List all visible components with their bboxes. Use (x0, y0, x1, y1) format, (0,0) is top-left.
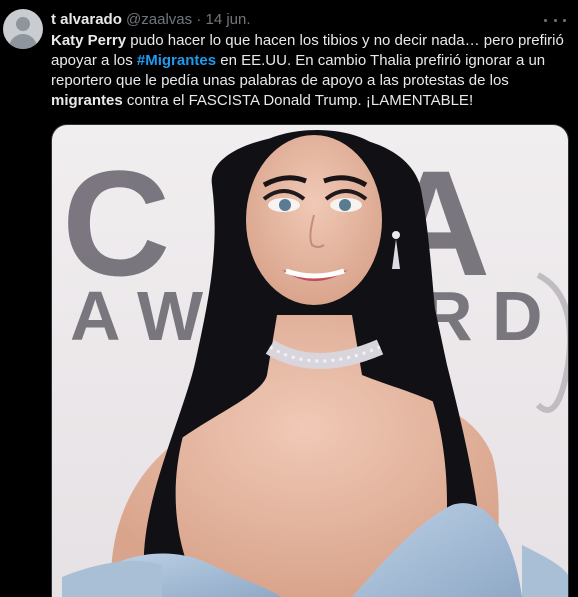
mention-katy-perry: Katy Perry (51, 32, 127, 49)
backdrop-letter: D (492, 277, 543, 355)
tweet-date[interactable]: 14 jun. (205, 11, 250, 28)
author-name[interactable]: t alvarado (51, 11, 122, 28)
bold-migrantes: migrantes (51, 92, 123, 109)
avatar[interactable] (3, 9, 43, 49)
author-handle[interactable]: @zaalvas (126, 11, 192, 28)
tweet-text: Katy Perry pudo hacer lo que hacen los t… (51, 32, 564, 109)
backdrop-letter: A (70, 277, 121, 355)
tweet-header: t alvarado @zaalvas · 14 jun. (51, 10, 548, 30)
separator: · (196, 11, 202, 28)
avatar-placeholder-icon (16, 17, 30, 31)
photo-illustration: C A A W R D (52, 125, 568, 597)
more-options-icon[interactable] (544, 10, 566, 30)
tweet-media-photo[interactable]: C A A W R D (51, 124, 569, 597)
hashtag-link[interactable]: #Migrantes (137, 52, 216, 69)
tweet[interactable]: t alvarado @zaalvas · 14 jun. Katy Perry… (0, 0, 578, 597)
backdrop-letter: W (137, 277, 203, 355)
